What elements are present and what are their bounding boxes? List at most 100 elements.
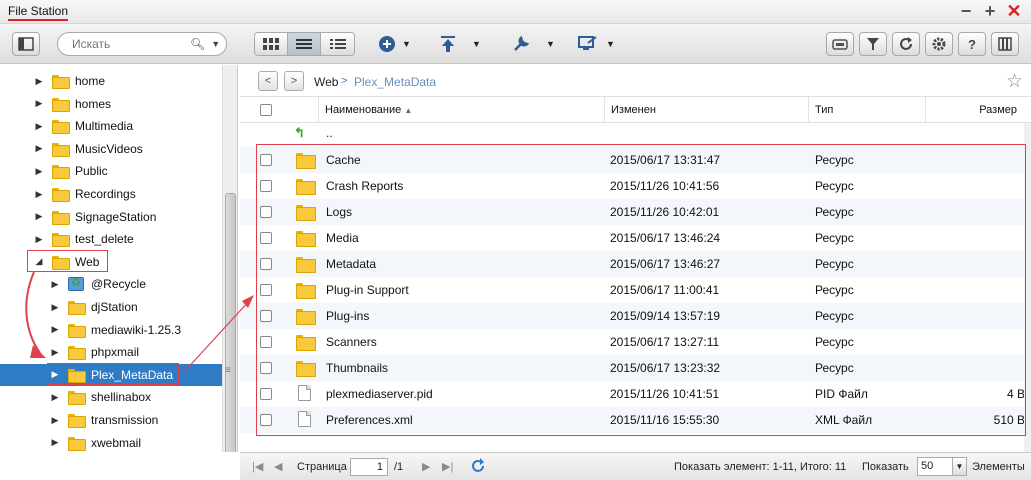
sidebar-item-test-delete[interactable]: ▶ test_delete (0, 228, 222, 250)
collapsed-arrow-icon[interactable]: ▶ (50, 392, 60, 403)
sidebar-item-mediawiki-1-25-3[interactable]: ▶ mediawiki-1.25.3 (0, 319, 222, 341)
sidebar-item-multimedia[interactable]: ▶ Multimedia (0, 115, 222, 137)
collapsed-arrow-icon[interactable]: ▶ (50, 324, 60, 335)
folder-icon (68, 414, 86, 428)
items-label: Элементы (972, 461, 1025, 473)
sidebar-toggle-icon (18, 37, 34, 51)
collapsed-arrow-icon[interactable]: ▶ (34, 166, 44, 177)
sidebar-item-musicvideos[interactable]: ▶ MusicVideos (0, 138, 222, 160)
collapsed-arrow-icon[interactable]: ▶ (34, 211, 44, 222)
column-header-modified[interactable]: Изменен (604, 97, 808, 123)
filter-icon (867, 38, 879, 50)
sidebar-item-label: xwebmail (91, 435, 142, 450)
collapsed-arrow-icon[interactable]: ▶ (34, 98, 44, 109)
column-header-name[interactable]: Наименование ▲ (318, 97, 604, 123)
create-menu[interactable]: ▼ (378, 33, 411, 55)
upload-menu[interactable]: ▼ (440, 33, 481, 55)
sort-ascending-icon: ▲ (404, 106, 413, 115)
sidebar-toggle-button[interactable] (12, 32, 40, 56)
thumbnail-view-icon (263, 38, 279, 50)
sidebar-item-label: transmission (91, 413, 159, 427)
collapsed-arrow-icon[interactable]: ▶ (50, 302, 60, 313)
search-icon[interactable]: 🔍︎ (190, 37, 205, 51)
folder-icon (68, 301, 86, 315)
sidebar-scrollbar-thumb[interactable] (225, 193, 236, 480)
detail-view-button[interactable] (321, 33, 354, 55)
parent-folder-row[interactable]: ↰ .. (240, 123, 1031, 145)
sidebar-item-label: djStation (91, 300, 138, 314)
column-header-size[interactable]: Размер (925, 97, 1031, 123)
search-box[interactable]: 🔍︎ ▼ (57, 32, 227, 56)
share-icon (578, 36, 597, 50)
collapsed-arrow-icon[interactable]: ▶ (50, 415, 60, 426)
sidebar-item-signagestation[interactable]: ▶ SignageStation (0, 206, 222, 228)
minimize-icon[interactable]: − (957, 1, 975, 21)
folder-icon (68, 391, 86, 406)
sidebar-item-recordings[interactable]: ▶ Recordings (0, 183, 222, 205)
detail-view-icon (329, 39, 346, 49)
collapsed-arrow-icon[interactable]: ▶ (34, 76, 44, 87)
collapsed-arrow-icon[interactable]: ▶ (34, 234, 44, 245)
sidebar-item-label: phpxmail (91, 345, 140, 360)
share-menu[interactable]: ▼ (578, 33, 615, 55)
select-all-checkbox[interactable] (260, 104, 272, 116)
collapsed-arrow-icon[interactable]: ▶ (34, 189, 44, 200)
page-number-input[interactable]: 1 (350, 458, 388, 476)
sidebar-item-phpxmail[interactable]: ▶ phpxmail (0, 341, 222, 363)
toolbar: 🔍︎ ▼ ▼ ▼ ▼ ▼ ? (0, 24, 1031, 64)
first-page-icon[interactable]: |◀ (252, 460, 263, 473)
close-icon[interactable]: ✕ (1005, 1, 1023, 21)
sidebar-item-label: mediawiki-1.25.3 (91, 322, 182, 337)
panel-button[interactable] (991, 32, 1019, 56)
sidebar-item-homes[interactable]: ▶ homes (0, 93, 222, 115)
collapsed-arrow-icon[interactable]: ▶ (34, 143, 44, 154)
forward-button[interactable]: > (284, 71, 304, 91)
help-button[interactable]: ? (958, 32, 986, 56)
chevron-down-icon: ▼ (402, 39, 411, 49)
collapsed-arrow-icon[interactable]: ▶ (34, 121, 44, 132)
sidebar-item-transmission[interactable]: ▶ transmission (0, 409, 222, 431)
chevron-down-icon[interactable]: ▼ (211, 39, 220, 49)
collapsed-arrow-icon[interactable]: ▶ (50, 437, 60, 448)
prev-page-icon[interactable]: ◀ (274, 460, 282, 473)
remote-mount-button[interactable] (826, 32, 854, 56)
sidebar-item-shellinabox[interactable]: ▶ shellinabox (0, 386, 222, 408)
app-title: File Station (8, 4, 69, 21)
sidebar-scrollbar[interactable]: ≡ (222, 65, 237, 480)
search-input[interactable] (72, 37, 184, 51)
filter-button[interactable] (859, 32, 887, 56)
create-icon (379, 36, 395, 52)
sidebar-item-public[interactable]: ▶ Public (0, 160, 222, 182)
sidebar-item-label: Recordings (75, 187, 136, 201)
favorite-star-icon[interactable]: ☆ (1006, 70, 1023, 93)
refresh-page-icon[interactable] (470, 458, 486, 477)
list-view-button[interactable] (288, 33, 321, 55)
collapsed-arrow-icon[interactable]: ▶ (50, 279, 60, 290)
sidebar-item-xwebmail[interactable]: ▶ xwebmail (0, 432, 222, 454)
settings-button[interactable] (925, 32, 953, 56)
sidebar-item-recycle[interactable]: ▶ @Recycle (0, 273, 222, 295)
view-mode-group (254, 32, 355, 56)
page-label: Страница (297, 461, 347, 473)
thumbnail-view-button[interactable] (255, 33, 288, 55)
sidebar-item-home[interactable]: ▶ home (0, 70, 222, 92)
back-button[interactable]: < (258, 71, 278, 91)
last-page-icon[interactable]: ▶| (442, 460, 453, 473)
refresh-button[interactable] (892, 32, 920, 56)
sidebar-item-djstation[interactable]: ▶ djStation (0, 296, 222, 318)
sidebar-item-label: homes (75, 96, 112, 111)
list-view-icon (296, 39, 312, 49)
scroll-grip-icon: ≡ (225, 365, 231, 376)
chevron-down-icon: ▼ (546, 39, 555, 49)
folder-icon (52, 120, 70, 135)
maximize-icon[interactable]: + (981, 1, 999, 21)
sidebar-item-label: @Recycle (91, 277, 146, 292)
items-summary: Показать элемент: 1-11, Итого: 11 (674, 461, 847, 473)
column-header-type[interactable]: Тип (808, 97, 925, 123)
collapsed-arrow-icon[interactable]: ▶ (50, 347, 60, 358)
breadcrumb-web[interactable]: Web (314, 75, 338, 89)
chevron-down-icon: ▼ (606, 39, 615, 49)
next-page-icon[interactable]: ▶ (422, 460, 430, 473)
tools-menu[interactable]: ▼ (512, 33, 555, 55)
page-size-select[interactable]: 50 ▼ (917, 457, 967, 476)
